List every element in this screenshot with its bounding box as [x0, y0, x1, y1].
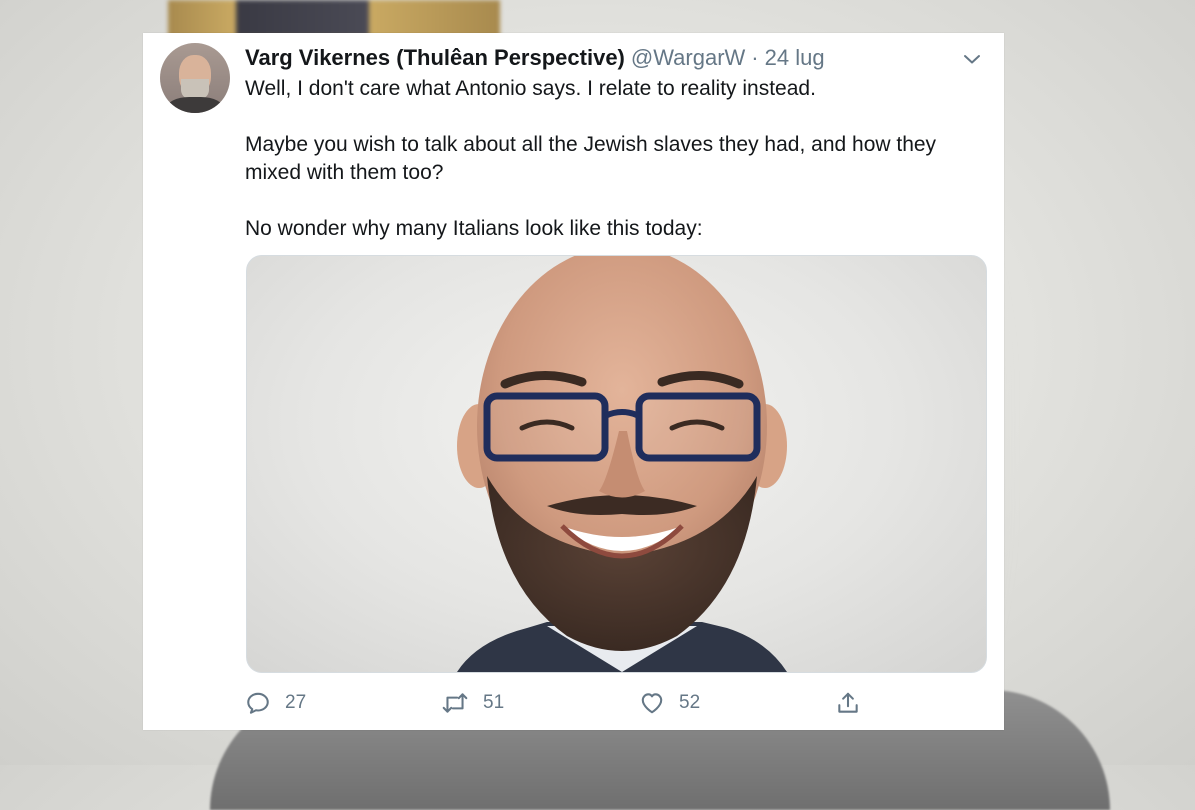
tweet-paragraph: Maybe you wish to talk about all the Jew…: [245, 133, 937, 184]
reply-button[interactable]: 27: [245, 688, 306, 718]
tweet-text: Well, I don't care what Antonio says. I …: [245, 75, 985, 271]
avatar-shirt: [166, 97, 224, 113]
share-button[interactable]: [835, 688, 861, 718]
tweet-header: Varg Vikernes (Thulêan Perspective) @War…: [245, 43, 825, 73]
share-icon: [838, 692, 858, 713]
like-button[interactable]: 52: [639, 688, 700, 718]
reply-count: 27: [285, 692, 307, 713]
tweet-paragraph: Well, I don't care what Antonio says. I …: [245, 77, 816, 100]
retweet-count: 51: [483, 692, 505, 713]
author-handle[interactable]: @WargarW: [631, 45, 745, 71]
tweet-paragraph: No wonder why many Italians look like th…: [245, 217, 703, 240]
photo-of-smiling-bald-man-with-glasses: [457, 256, 787, 672]
tweet-timestamp[interactable]: 24 lug: [765, 45, 825, 71]
retweet-icon: [442, 693, 468, 713]
chevron-down-icon[interactable]: [960, 47, 984, 71]
tweet-actions: 27 51 52: [245, 688, 985, 718]
author-avatar[interactable]: [160, 43, 230, 113]
heart-icon: [641, 693, 663, 714]
like-count: 52: [679, 692, 701, 713]
author-display-name[interactable]: Varg Vikernes (Thulêan Perspective): [245, 45, 625, 71]
tweet-card: Varg Vikernes (Thulêan Perspective) @War…: [143, 33, 1004, 730]
reply-icon: [247, 692, 269, 714]
tweet-photo[interactable]: [246, 255, 987, 673]
retweet-button[interactable]: 51: [441, 688, 504, 718]
header-separator: ·: [751, 45, 759, 70]
